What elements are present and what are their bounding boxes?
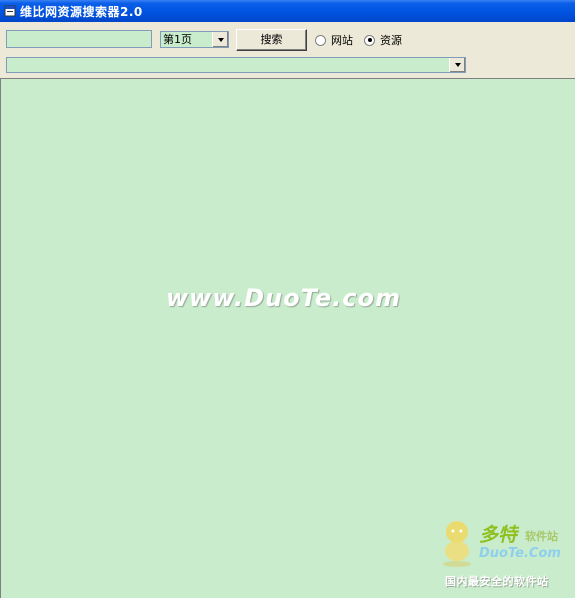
url-combobox[interactable]: [6, 57, 466, 73]
page-select-dropdown-button[interactable]: [212, 32, 228, 47]
logo-tagline: 国内最安全的软件站: [445, 575, 549, 588]
chevron-down-icon: [454, 63, 461, 67]
page-select-value: 第1页: [161, 32, 212, 47]
app-icon[interactable]: [4, 5, 16, 17]
toolbar: 第1页 搜索 网站 资源: [0, 22, 575, 78]
search-button[interactable]: 搜索: [236, 29, 307, 51]
title-bar[interactable]: 维比网资源搜索器2.0: [0, 0, 575, 22]
app-window: 维比网资源搜索器2.0 第1页 搜索 网站 资源 www.DuoTe.com 多…: [0, 0, 575, 598]
radio-resource[interactable]: 资源: [364, 32, 402, 48]
radio-website[interactable]: 网站: [315, 32, 353, 48]
url-dropdown-button[interactable]: [449, 58, 465, 72]
page-select[interactable]: 第1页: [160, 31, 229, 48]
logo-domain: DuoTe.Com: [479, 546, 561, 561]
radio-resource-circle[interactable]: [364, 34, 375, 46]
window-title: 维比网资源搜索器2.0: [20, 4, 143, 19]
radio-website-circle[interactable]: [315, 34, 326, 46]
logo-title: 多特: [479, 524, 518, 546]
chevron-down-icon: [217, 37, 224, 42]
radio-website-label: 网站: [331, 34, 353, 47]
search-input[interactable]: [6, 30, 152, 48]
duote-logo: 多特 软件站 DuoTe.Com 国内最安全的软件站: [439, 519, 574, 594]
results-area[interactable]: www.DuoTe.com 多特 软件站 DuoTe.Com 国内最安全的软件站: [0, 78, 575, 598]
logo-subtitle: 软件站: [525, 530, 558, 543]
mascot-icon: [443, 521, 471, 567]
radio-resource-label: 资源: [380, 34, 402, 47]
watermark-text: www.DuoTe.com: [166, 284, 401, 312]
